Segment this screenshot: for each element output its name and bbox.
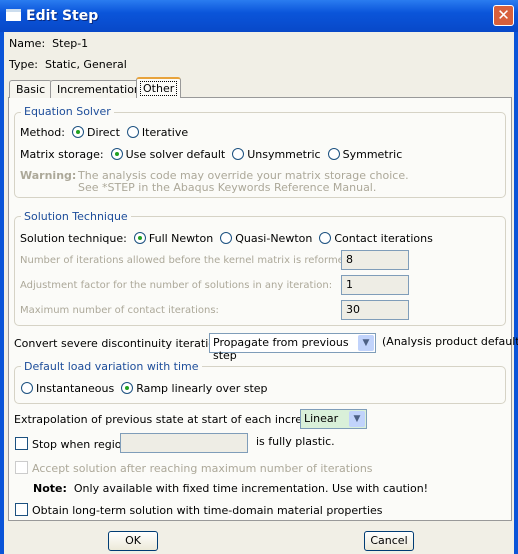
radio-icon <box>71 126 84 138</box>
tab-other[interactable]: Other <box>136 77 182 98</box>
convert-note: (Analysis product default) <box>382 335 518 348</box>
stop-when-region-label: Stop when region <box>32 438 129 451</box>
radio-icon <box>220 232 233 244</box>
accept-solution-checkbox: Accept solution after reaching maximum n… <box>15 461 373 475</box>
option-label: Contact iterations <box>334 232 433 245</box>
radio-icon <box>110 148 123 160</box>
fully-plastic-label: is fully plastic. <box>256 435 335 448</box>
option-label: Instantaneous <box>36 382 115 395</box>
checkbox-icon <box>15 437 28 450</box>
title-bar[interactable]: Edit Step ✕ <box>0 0 518 32</box>
radio-iterative[interactable]: Iterative <box>126 126 189 139</box>
solution-technique-row: Solution technique: Full Newton Quasi-Ne… <box>20 232 433 245</box>
window-icon <box>6 9 21 21</box>
option-label: Use solver default <box>125 148 226 161</box>
load-variation-title: Default load variation with time <box>21 360 202 373</box>
radio-symmetric[interactable]: Symmetric <box>327 148 403 161</box>
note-row: Note: Only available with fixed time inc… <box>33 482 428 495</box>
solution-technique-title: Solution Technique <box>21 210 131 223</box>
method-label: Method: <box>20 126 65 139</box>
extrapolation-label: Extrapolation of previous state at start… <box>14 413 335 426</box>
radio-direct[interactable]: Direct <box>71 126 120 139</box>
option-label: Quasi-Newton <box>235 232 313 245</box>
name-row: Name: Step-1 <box>9 37 88 50</box>
type-row: Type: Static, General <box>9 58 127 71</box>
tab-incrementation[interactable]: Incrementation <box>50 80 148 98</box>
kernel-reform-input[interactable]: 8 <box>341 250 409 270</box>
checkbox-icon <box>15 461 28 474</box>
option-label: Unsymmetric <box>247 148 321 161</box>
tab-basic[interactable]: Basic <box>9 80 53 98</box>
name-label: Name: <box>9 37 46 50</box>
long-term-solution-label: Obtain long-term solution with time-doma… <box>32 504 383 517</box>
window-title: Edit Step <box>26 8 99 24</box>
radio-ramp-linearly[interactable]: Ramp linearly over step <box>121 382 268 395</box>
warning-line-2: See *STEP in the Abaqus Keywords Referen… <box>78 181 377 194</box>
radio-icon <box>319 232 332 244</box>
kernel-reform-label: Number of iterations allowed before the … <box>20 255 354 266</box>
radio-full-newton[interactable]: Full Newton <box>133 232 214 245</box>
iterative-label: Iterative <box>141 126 189 139</box>
chevron-down-icon[interactable]: ▼ <box>358 335 374 351</box>
max-contact-iterations-input[interactable]: 30 <box>341 300 409 320</box>
max-contact-iterations-label: Maximum number of contact iterations: <box>20 305 219 316</box>
direct-label: Direct <box>86 126 120 139</box>
adjustment-factor-input[interactable]: 1 <box>341 275 409 295</box>
radio-icon <box>121 382 134 394</box>
radio-quasi-newton[interactable]: Quasi-Newton <box>220 232 312 245</box>
matrix-storage-row: Matrix storage: Use solver default Unsym… <box>20 148 402 161</box>
type-value: Static, General <box>44 58 127 71</box>
name-value: Step-1 <box>52 37 89 50</box>
convert-label: Convert severe discontinuity iterations: <box>14 337 232 350</box>
load-variation-row: Instantaneous Ramp linearly over step <box>21 382 268 395</box>
option-label: Ramp linearly over step <box>136 382 268 395</box>
method-row: Method: Direct Iterative <box>20 126 188 139</box>
matrix-storage-label: Matrix storage: <box>20 148 104 161</box>
radio-unsymmetric[interactable]: Unsymmetric <box>232 148 321 161</box>
option-label: Symmetric <box>342 148 403 161</box>
cancel-button[interactable]: Cancel <box>364 531 414 551</box>
radio-icon <box>126 126 139 138</box>
long-term-solution-checkbox[interactable]: Obtain long-term solution with time-doma… <box>15 503 383 517</box>
radio-icon <box>327 148 340 160</box>
radio-icon <box>21 382 33 394</box>
solution-technique-label: Solution technique: <box>20 232 127 245</box>
radio-icon <box>133 232 146 244</box>
region-input[interactable] <box>120 433 248 453</box>
radio-instantaneous[interactable]: Instantaneous <box>21 382 114 395</box>
warning-label: Warning: <box>20 169 77 182</box>
tab-other-label: Other <box>140 81 178 96</box>
type-label: Type: <box>9 58 38 71</box>
equation-solver-title: Equation Solver <box>21 105 114 118</box>
accept-solution-label: Accept solution after reaching maximum n… <box>32 462 373 475</box>
note-label: Note: <box>33 482 67 495</box>
radio-icon <box>232 148 245 160</box>
extrapolation-value: Linear <box>304 412 339 425</box>
option-label: Full Newton <box>148 232 214 245</box>
chevron-down-icon[interactable]: ▼ <box>349 411 365 427</box>
stop-when-region-checkbox[interactable]: Stop when region <box>15 437 129 451</box>
note-text: Only available with fixed time increment… <box>73 482 429 495</box>
ok-button[interactable]: OK <box>108 531 158 551</box>
convert-select[interactable]: Propagate from previous step ▼ <box>209 333 376 362</box>
radio-use-solver-default[interactable]: Use solver default <box>110 148 226 161</box>
adjustment-factor-label: Adjustment factor for the number of solu… <box>20 280 333 291</box>
checkbox-icon <box>15 503 28 516</box>
close-button[interactable]: ✕ <box>493 5 514 26</box>
extrapolation-select[interactable]: Linear ▼ <box>300 409 367 429</box>
radio-contact-iterations[interactable]: Contact iterations <box>319 232 433 245</box>
